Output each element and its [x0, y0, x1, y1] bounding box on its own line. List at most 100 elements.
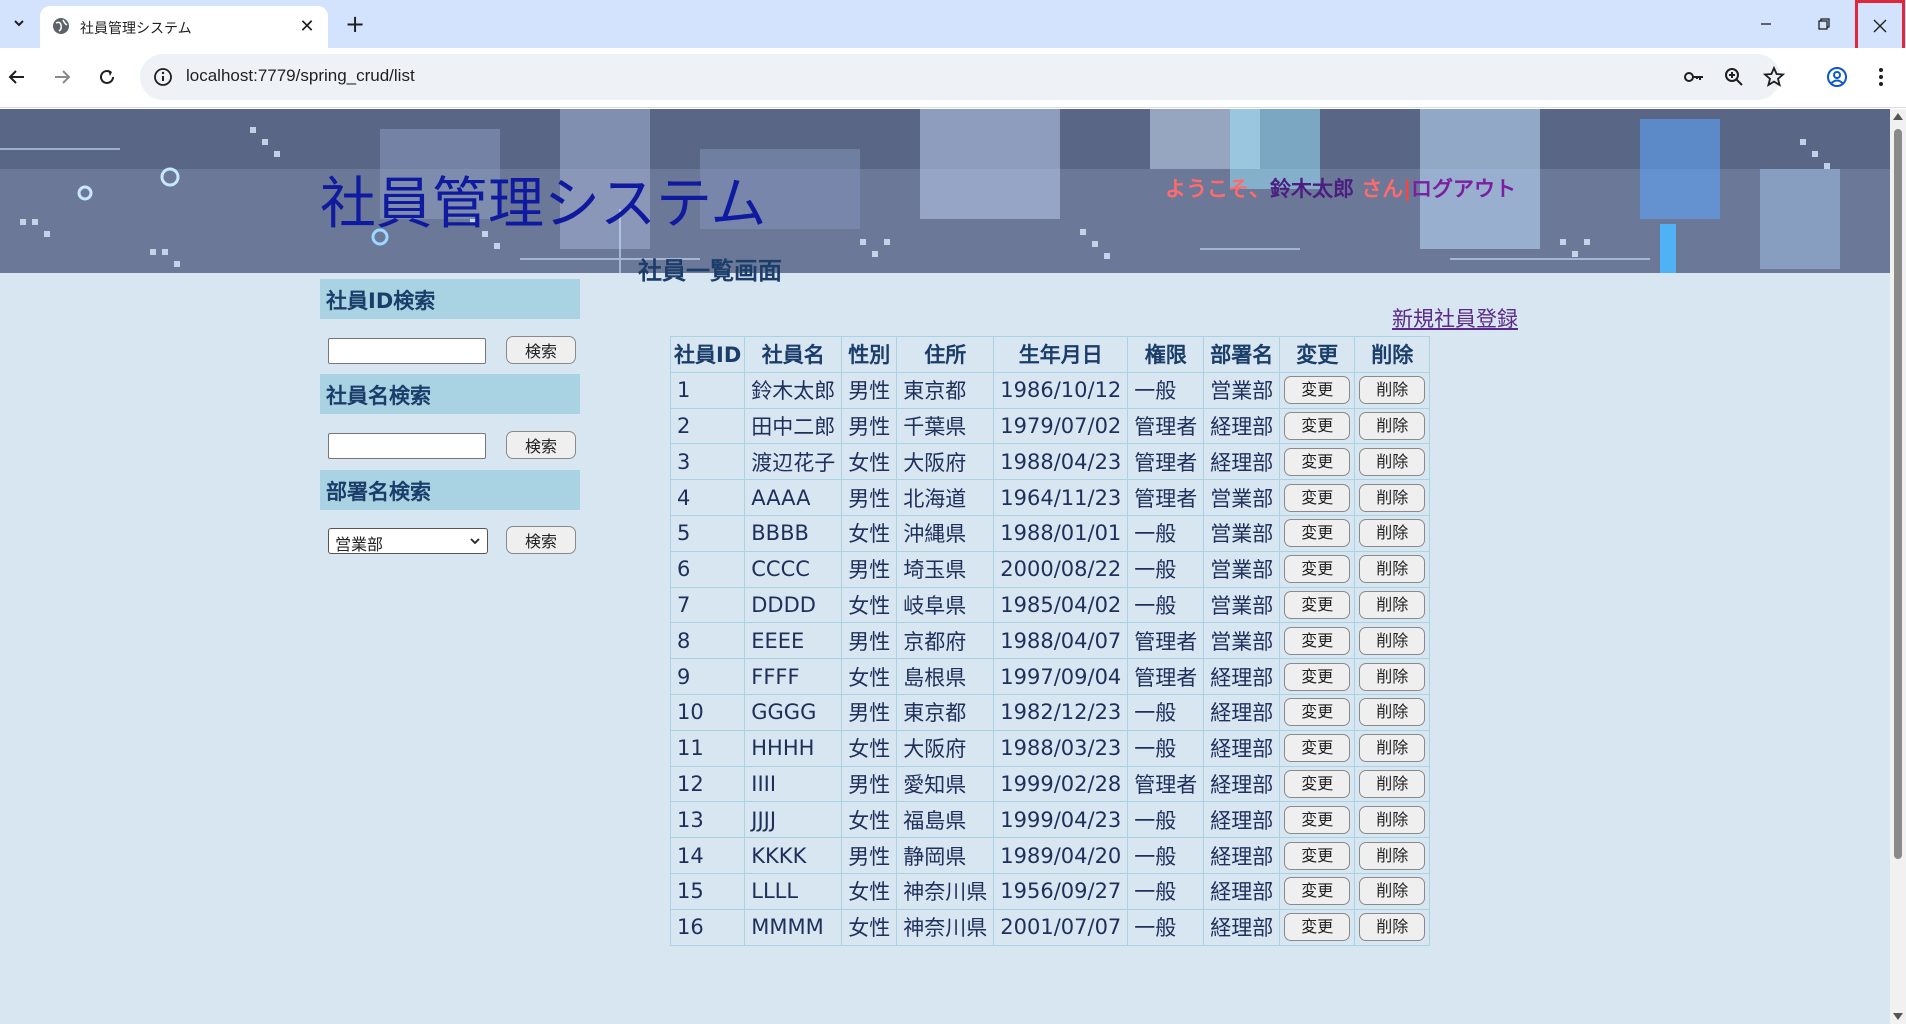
- logout-link[interactable]: ログアウト: [1411, 177, 1516, 201]
- header-delete: 削除: [1354, 336, 1431, 373]
- cell-emp-id: 7: [669, 586, 746, 624]
- delete-button[interactable]: 削除: [1359, 626, 1426, 655]
- cell-dept: 営業部: [1203, 479, 1281, 516]
- delete-button[interactable]: 削除: [1359, 913, 1426, 942]
- new-employee-link[interactable]: 新規社員登録: [1392, 303, 1518, 333]
- browser-toolbar: localhost:7779/spring_crud/list: [0, 48, 1906, 108]
- edit-button[interactable]: 変更: [1284, 483, 1351, 512]
- reload-button[interactable]: [90, 60, 124, 94]
- cell-address: 福島県: [896, 801, 995, 839]
- cell-birthdate: 1999/02/28: [993, 765, 1129, 803]
- url-text[interactable]: localhost:7779/spring_crud/list: [186, 66, 415, 86]
- name-search-button[interactable]: 検索: [506, 431, 576, 459]
- cell-role: 一般: [1127, 801, 1205, 839]
- cell-emp-name: JJJJ: [744, 801, 843, 839]
- cell-emp-name: LLLL: [744, 872, 843, 910]
- new-tab-button[interactable]: +: [340, 9, 370, 39]
- delete-button[interactable]: 削除: [1359, 877, 1426, 906]
- edit-button[interactable]: 変更: [1284, 662, 1351, 691]
- cell-dept: 経理部: [1203, 729, 1281, 767]
- edit-button[interactable]: 変更: [1284, 555, 1351, 584]
- edit-button[interactable]: 変更: [1284, 376, 1351, 405]
- cell-role: 一般: [1127, 586, 1205, 624]
- cell-dept: 経理部: [1203, 872, 1281, 910]
- scroll-up-arrow[interactable]: [1893, 113, 1903, 120]
- key-icon[interactable]: [1682, 65, 1706, 89]
- edit-button[interactable]: 変更: [1284, 877, 1351, 906]
- cell-emp-id: 15: [669, 872, 746, 910]
- delete-button[interactable]: 削除: [1359, 519, 1426, 548]
- cell-emp-id: 11: [669, 729, 746, 767]
- edit-button[interactable]: 変更: [1284, 841, 1351, 870]
- edit-button[interactable]: 変更: [1284, 447, 1351, 476]
- info-icon[interactable]: [152, 66, 174, 88]
- dept-search-button[interactable]: 検索: [506, 526, 576, 554]
- edit-cell: 変更: [1279, 837, 1356, 874]
- delete-button[interactable]: 削除: [1359, 411, 1426, 440]
- cell-gender: 男性: [841, 407, 898, 445]
- browser-tab-active[interactable]: 社員管理システム ✕: [40, 6, 328, 48]
- edit-button[interactable]: 変更: [1284, 913, 1351, 942]
- cell-emp-id: 1: [669, 371, 746, 409]
- edit-button[interactable]: 変更: [1284, 626, 1351, 655]
- cell-birthdate: 1988/04/23: [993, 443, 1129, 481]
- address-bar[interactable]: localhost:7779/spring_crud/list: [140, 54, 1786, 100]
- edit-button[interactable]: 変更: [1284, 590, 1351, 619]
- table-row: 7 DDDD 女性 岐阜県 1985/04/02 一般 営業部 変更 削除: [669, 586, 1431, 624]
- delete-cell: 削除: [1354, 908, 1431, 946]
- cell-birthdate: 1988/01/01: [993, 514, 1129, 552]
- table-row: 15 LLLL 女性 神奈川県 1956/09/27 一般 経理部 変更 削除: [669, 872, 1431, 910]
- edit-button[interactable]: 変更: [1284, 734, 1351, 763]
- cell-role: 管理者: [1127, 622, 1205, 660]
- cell-birthdate: 1986/10/12: [993, 371, 1129, 409]
- delete-button[interactable]: 削除: [1359, 769, 1426, 798]
- cell-role: 一般: [1127, 837, 1205, 874]
- cell-birthdate: 1979/07/02: [993, 407, 1129, 445]
- forward-button[interactable]: [45, 60, 79, 94]
- browser-menu-button[interactable]: [1864, 60, 1898, 94]
- cell-address: 沖縄県: [896, 514, 995, 552]
- tab-list-button[interactable]: [4, 8, 34, 38]
- delete-button[interactable]: 削除: [1359, 483, 1426, 512]
- name-search-input[interactable]: [328, 433, 486, 459]
- tab-close-icon[interactable]: ✕: [296, 15, 318, 37]
- cell-role: 一般: [1127, 371, 1205, 409]
- page-scrollbar[interactable]: [1890, 109, 1906, 1024]
- edit-button[interactable]: 変更: [1284, 698, 1351, 727]
- star-icon[interactable]: [1762, 65, 1786, 89]
- delete-button[interactable]: 削除: [1359, 698, 1426, 727]
- delete-button[interactable]: 削除: [1359, 841, 1426, 870]
- delete-button[interactable]: 削除: [1359, 376, 1426, 405]
- window-close-button[interactable]: [1855, 0, 1905, 52]
- table-row: 16 MMMM 女性 神奈川県 2001/07/07 一般 経理部 変更 削除: [669, 908, 1431, 946]
- edit-button[interactable]: 変更: [1284, 519, 1351, 548]
- zoom-icon[interactable]: [1722, 65, 1746, 89]
- scroll-down-arrow[interactable]: [1893, 1013, 1903, 1020]
- restore-button[interactable]: [1800, 0, 1848, 48]
- cell-gender: 女性: [841, 801, 898, 839]
- table-row: 4 AAAA 男性 北海道 1964/11/23 管理者 営業部 変更 削除: [669, 479, 1431, 516]
- edit-button[interactable]: 変更: [1284, 805, 1351, 834]
- dept-select[interactable]: 営業部: [328, 528, 488, 554]
- cell-dept: 経理部: [1203, 801, 1281, 839]
- cell-address: 東京都: [896, 371, 995, 409]
- delete-button[interactable]: 削除: [1359, 590, 1426, 619]
- edit-button[interactable]: 変更: [1284, 411, 1351, 440]
- delete-button[interactable]: 削除: [1359, 662, 1426, 691]
- delete-button[interactable]: 削除: [1359, 805, 1426, 834]
- profile-button[interactable]: [1820, 60, 1854, 94]
- delete-button[interactable]: 削除: [1359, 447, 1426, 476]
- edit-button[interactable]: 変更: [1284, 769, 1351, 798]
- cell-emp-name: FFFF: [744, 658, 843, 695]
- id-search-button[interactable]: 検索: [506, 336, 576, 364]
- back-button[interactable]: [0, 60, 34, 94]
- delete-button[interactable]: 削除: [1359, 734, 1426, 763]
- id-search-input[interactable]: [328, 338, 486, 364]
- minimize-button[interactable]: [1742, 0, 1790, 48]
- tab-title: 社員管理システム: [80, 21, 192, 37]
- cell-dept: 営業部: [1203, 550, 1281, 588]
- scrollbar-thumb[interactable]: [1894, 129, 1902, 859]
- cell-birthdate: 1985/04/02: [993, 586, 1129, 624]
- delete-button[interactable]: 削除: [1359, 555, 1426, 584]
- table-body: 1 鈴木太郎 男性 東京都 1986/10/12 一般 営業部 変更 削除 2 田中二郎 男性 千葉県 1…: [669, 371, 1431, 946]
